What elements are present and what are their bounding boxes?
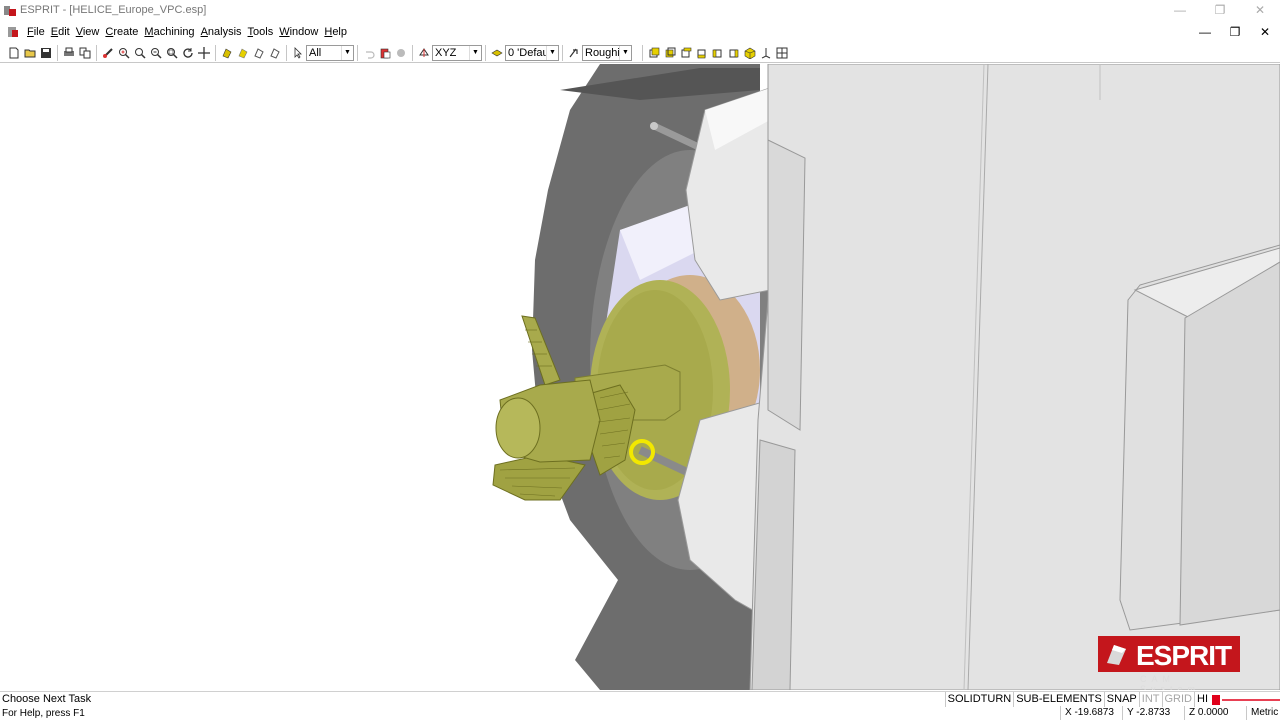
menu-create[interactable]: Create (102, 26, 141, 38)
save-icon[interactable] (39, 45, 54, 61)
coord-x: X -19.6873 (1060, 706, 1122, 720)
task-prompt: Choose Next Task (2, 693, 92, 705)
document-icon[interactable] (6, 25, 20, 39)
view-right-icon[interactable] (727, 45, 742, 61)
mode-sub-elements[interactable]: SUB-ELEMENTS (1013, 691, 1104, 707)
document-minimize-button[interactable]: — (1190, 22, 1220, 42)
logo-word: ESPRIT (1136, 640, 1232, 671)
print-icon[interactable] (62, 45, 77, 61)
menu-file[interactable]: File (24, 26, 48, 38)
menu-bar: File Edit View Create Machining Analysis… (0, 22, 1280, 42)
zoom-icon[interactable] (133, 45, 148, 61)
paste-icon[interactable] (378, 45, 393, 61)
select-filter-value: All (309, 46, 322, 59)
chevron-down-icon: ▼ (546, 45, 558, 60)
cad-scene[interactable] (0, 64, 1280, 690)
window-title: ESPRIT - [HELICE_Europe_VPC.esp] (20, 4, 207, 16)
record-icon[interactable] (394, 45, 409, 61)
layer-combo[interactable]: 0 'Defau ▼ (505, 44, 559, 61)
grid-view-icon[interactable] (775, 45, 790, 61)
window-restore-button[interactable]: ❐ (1200, 0, 1240, 20)
mode-snap[interactable]: SNAP (1103, 691, 1139, 707)
zoom-in-icon[interactable] (117, 45, 132, 61)
logo-subtitle: CAM System (1140, 674, 1201, 690)
help-text: For Help, press F1 (2, 707, 85, 719)
view-plane-combo[interactable]: XYZ ▼ (432, 44, 482, 61)
rotate-icon[interactable] (181, 45, 196, 61)
menu-help[interactable]: Help (321, 26, 350, 38)
chevron-down-icon: ▼ (469, 45, 481, 60)
layer-icon[interactable] (490, 45, 505, 61)
esprit-logo-icon (1107, 645, 1126, 665)
shade-hidden-icon[interactable] (236, 45, 251, 61)
menu-view[interactable]: View (73, 26, 103, 38)
status-bar: Choose Next Task SOLIDTURN SUB-ELEMENTS … (0, 691, 1280, 707)
esprit-app-icon (4, 6, 16, 16)
operation-combo[interactable]: Roughir ▼ (582, 44, 632, 61)
select-filter-combo[interactable]: All ▼ (306, 44, 354, 61)
propeller-nose (495, 397, 541, 459)
zoom-window-icon[interactable] (165, 45, 180, 61)
view-bottom-icon[interactable] (695, 45, 710, 61)
zoom-out-icon[interactable] (149, 45, 164, 61)
chevron-down-icon: ▼ (619, 45, 631, 60)
chevron-down-icon: ▼ (341, 45, 353, 60)
view-left-icon[interactable] (711, 45, 726, 61)
shade-solid-icon[interactable] (220, 45, 235, 61)
menu-window[interactable]: Window (276, 26, 321, 38)
title-bar: ESPRIT - [HELICE_Europe_VPC.esp] — ❐ ✕ (0, 0, 1280, 20)
menu-edit[interactable]: Edit (48, 26, 73, 38)
operation-icon[interactable] (567, 45, 582, 61)
menu-tools[interactable]: Tools (245, 26, 277, 38)
new-file-icon[interactable] (7, 45, 22, 61)
menu-analysis[interactable]: Analysis (198, 26, 245, 38)
operation-value: Roughir (585, 46, 619, 59)
units-indicator: Metric (1246, 706, 1280, 720)
undo-icon[interactable] (362, 45, 377, 61)
pan-icon[interactable] (197, 45, 212, 61)
mode-solidturn[interactable]: SOLIDTURN (944, 691, 1014, 707)
axis-icon[interactable] (759, 45, 774, 61)
view-back-icon[interactable] (663, 45, 678, 61)
view-iso-icon[interactable] (743, 45, 758, 61)
outline-icon[interactable] (268, 45, 283, 61)
mode-int[interactable]: INT (1138, 691, 1162, 707)
esprit-window: ESPRIT - [HELICE_Europe_VPC.esp] — ❐ ✕ F… (0, 0, 1280, 720)
esprit-logo: ESPRIT CAM System (1098, 636, 1240, 690)
coord-z: Z 0.0000 (1184, 706, 1246, 720)
redraw-icon[interactable] (101, 45, 116, 61)
document-restore-button[interactable]: ❐ (1220, 22, 1250, 42)
wireframe-icon[interactable] (252, 45, 267, 61)
view-orient-icon[interactable] (417, 45, 432, 61)
document-close-button[interactable]: ✕ (1250, 22, 1280, 42)
open-folder-icon[interactable] (23, 45, 38, 61)
window-minimize-button[interactable]: — (1160, 0, 1200, 20)
graphics-viewport[interactable]: ESPRIT CAM System (0, 64, 1280, 690)
view-plane-value: XYZ (435, 46, 457, 59)
menu-machining[interactable]: Machining (141, 26, 197, 38)
coord-y: Y -2.8733 (1122, 706, 1184, 720)
view-top-icon[interactable] (679, 45, 694, 61)
color-indicator (1212, 694, 1280, 705)
window-close-button[interactable]: ✕ (1240, 0, 1280, 20)
help-bar: For Help, press F1 X -19.6873 Y -2.8733 … (0, 706, 1280, 720)
view-front-icon[interactable] (647, 45, 662, 61)
copy-icon[interactable] (78, 45, 93, 61)
main-toolbar: All ▼ XYZ ▼ 0 'Defau ▼ Roughir ▼ (0, 43, 1280, 63)
select-pointer-icon[interactable] (291, 45, 306, 61)
mode-grid[interactable]: GRID (1161, 691, 1195, 707)
mode-hi[interactable]: HI (1194, 691, 1210, 707)
layer-value: 0 'Defau (508, 46, 546, 59)
mode-indicators: SOLIDTURN SUB-ELEMENTS SNAP INT GRID HI (944, 691, 1280, 707)
